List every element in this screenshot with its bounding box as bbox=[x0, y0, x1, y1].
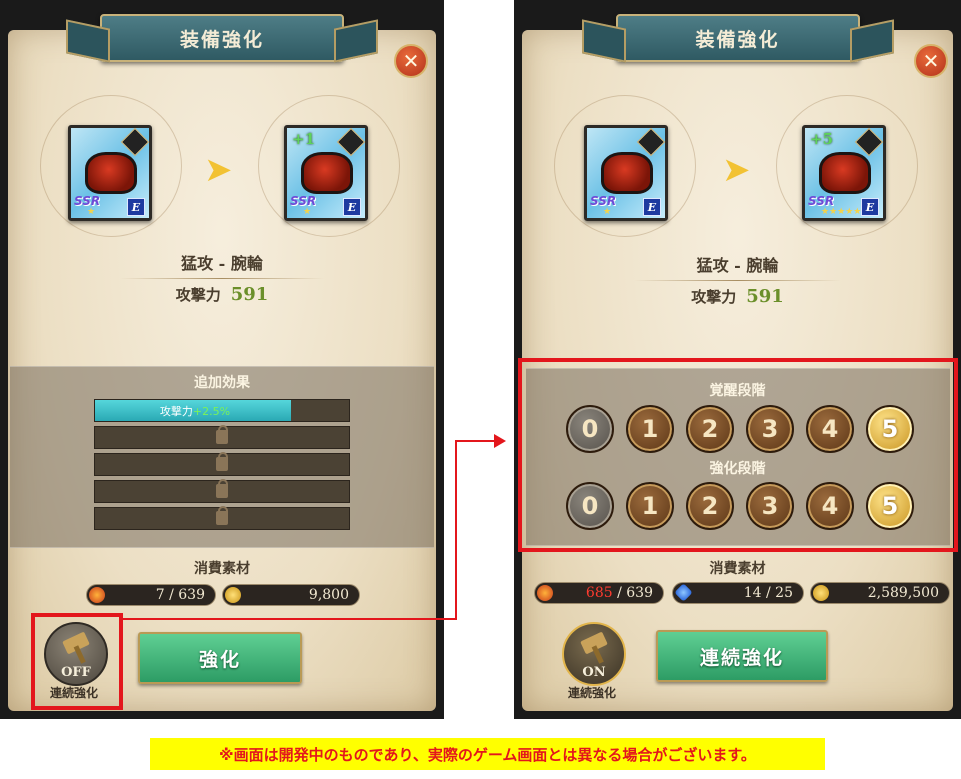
effect-slot-4 bbox=[94, 479, 350, 503]
star-rating: ★ bbox=[303, 207, 312, 217]
cost-gold: 2,589,500 bbox=[810, 582, 950, 604]
cost-title: 消費素材 bbox=[194, 561, 250, 577]
sword-icon bbox=[336, 127, 366, 157]
close-icon: ✕ bbox=[922, 49, 940, 73]
item-card-after[interactable]: +1 SSR ★ E bbox=[284, 125, 368, 221]
fire-material-icon bbox=[537, 585, 553, 601]
continuous-enhance-button[interactable]: 連続強化 bbox=[656, 630, 828, 682]
effect-stat: 攻撃力 bbox=[159, 405, 193, 418]
rank-badge: E bbox=[861, 198, 879, 216]
rank-badge: E bbox=[343, 198, 361, 216]
left-screen: 装備強化 ✕ SSR ★ E ➤ +1 SSR ★ E 猛攻 - 腕輪 攻撃力 5… bbox=[0, 0, 444, 719]
lock-icon bbox=[216, 452, 228, 471]
screen-title: 装備強化 bbox=[100, 14, 344, 62]
fire-material-icon bbox=[89, 587, 105, 603]
star-rating: ★★★★★ bbox=[821, 207, 862, 217]
cost-title: 消費素材 bbox=[709, 561, 766, 577]
item-name: 猛攻 - 腕輪 bbox=[181, 254, 263, 273]
connector-line bbox=[455, 440, 495, 442]
bracer-icon bbox=[819, 152, 871, 194]
stat-value: 591 bbox=[230, 284, 269, 305]
lock-icon bbox=[216, 479, 228, 498]
disclaimer-note: ※画面は開発中のものであり、実際のゲーム画面とは異なる場合がございます。 bbox=[150, 738, 825, 770]
cost-material: 7 / 639 bbox=[86, 584, 216, 606]
cost-material-have: 685 bbox=[585, 585, 613, 601]
toggle-label: 連続強化 bbox=[567, 686, 616, 700]
enhance-level: +1 bbox=[292, 130, 316, 148]
stat-label: 攻撃力 bbox=[175, 286, 221, 304]
effect-slot-5 bbox=[94, 506, 350, 530]
sword-icon bbox=[120, 127, 150, 157]
lock-icon bbox=[216, 506, 228, 525]
divider bbox=[120, 278, 324, 279]
arrow-right-icon: ➤ bbox=[722, 150, 751, 190]
bracer-icon bbox=[601, 152, 653, 194]
stat-value: 591 bbox=[746, 286, 784, 307]
cost-material-value: 7 / 639 bbox=[155, 587, 205, 603]
stat-label: 攻撃力 bbox=[691, 288, 737, 306]
stat-row: 攻撃力 591 bbox=[514, 286, 961, 307]
continuous-toggle[interactable]: ON bbox=[562, 622, 626, 686]
rarity-label: SSR bbox=[290, 194, 317, 208]
enhance-level: +5 bbox=[810, 130, 834, 148]
screen-title: 装備強化 bbox=[615, 14, 860, 62]
arrowhead-icon bbox=[494, 434, 506, 448]
bracer-icon bbox=[301, 152, 353, 194]
effect-slot-2 bbox=[94, 425, 350, 449]
extra-effects-title: 追加効果 bbox=[194, 375, 250, 391]
right-screen: 装備強化 ✕ SSR ★ E ➤ +5 SSR ★★★★★ E 猛攻 - 腕輪 … bbox=[514, 0, 961, 719]
close-button[interactable]: ✕ bbox=[394, 44, 428, 78]
rank-badge: E bbox=[127, 198, 145, 216]
item-card-before[interactable]: SSR ★ E bbox=[584, 125, 668, 221]
rarity-label: SSR bbox=[74, 194, 101, 208]
sword-icon bbox=[636, 127, 666, 157]
toggle-state: ON bbox=[582, 665, 606, 680]
cost-gem: 14 / 25 bbox=[672, 582, 804, 604]
star-rating: ★ bbox=[603, 207, 612, 217]
coin-icon bbox=[813, 585, 829, 601]
effect-label: 攻撃力+2.5% bbox=[95, 403, 295, 419]
item-name: 猛攻 - 腕輪 bbox=[696, 256, 779, 275]
cost-gold-value: 9,800 bbox=[308, 587, 349, 603]
cost-gem-value: 14 / 25 bbox=[743, 585, 793, 601]
bracer-icon bbox=[85, 152, 137, 194]
star-rating: ★ bbox=[87, 207, 96, 217]
coin-icon bbox=[225, 587, 241, 603]
item-card-after[interactable]: +5 SSR ★★★★★ E bbox=[802, 125, 886, 221]
cost-gold: 9,800 bbox=[222, 584, 360, 606]
cost-gold-value: 2,589,500 bbox=[867, 585, 939, 601]
connector-line bbox=[123, 618, 457, 620]
enhance-button[interactable]: 強化 bbox=[138, 632, 302, 684]
item-card-before[interactable]: SSR ★ E bbox=[68, 125, 152, 221]
arrow-right-icon: ➤ bbox=[204, 150, 233, 190]
rarity-label: SSR bbox=[590, 194, 617, 208]
stat-row: 攻撃力 591 bbox=[0, 284, 444, 305]
divider bbox=[634, 280, 841, 281]
rarity-label: SSR bbox=[808, 194, 835, 208]
effect-bonus: +2.5% bbox=[192, 405, 231, 418]
gem-icon bbox=[674, 583, 693, 602]
rank-badge: E bbox=[643, 198, 661, 216]
toggle-highlight-frame bbox=[31, 613, 123, 710]
cost-material: 685 / 639 bbox=[534, 582, 664, 604]
close-icon: ✕ bbox=[402, 49, 420, 73]
sword-icon bbox=[854, 127, 884, 157]
close-button[interactable]: ✕ bbox=[914, 44, 948, 78]
stage-highlight-frame bbox=[518, 358, 958, 552]
lock-icon bbox=[216, 425, 228, 444]
cost-material-need: / 639 bbox=[617, 585, 653, 601]
effect-slot-3 bbox=[94, 452, 350, 476]
hammer-icon bbox=[580, 631, 608, 655]
connector-line bbox=[455, 440, 457, 620]
effect-slot-1[interactable]: 攻撃力+2.5% bbox=[94, 399, 350, 422]
